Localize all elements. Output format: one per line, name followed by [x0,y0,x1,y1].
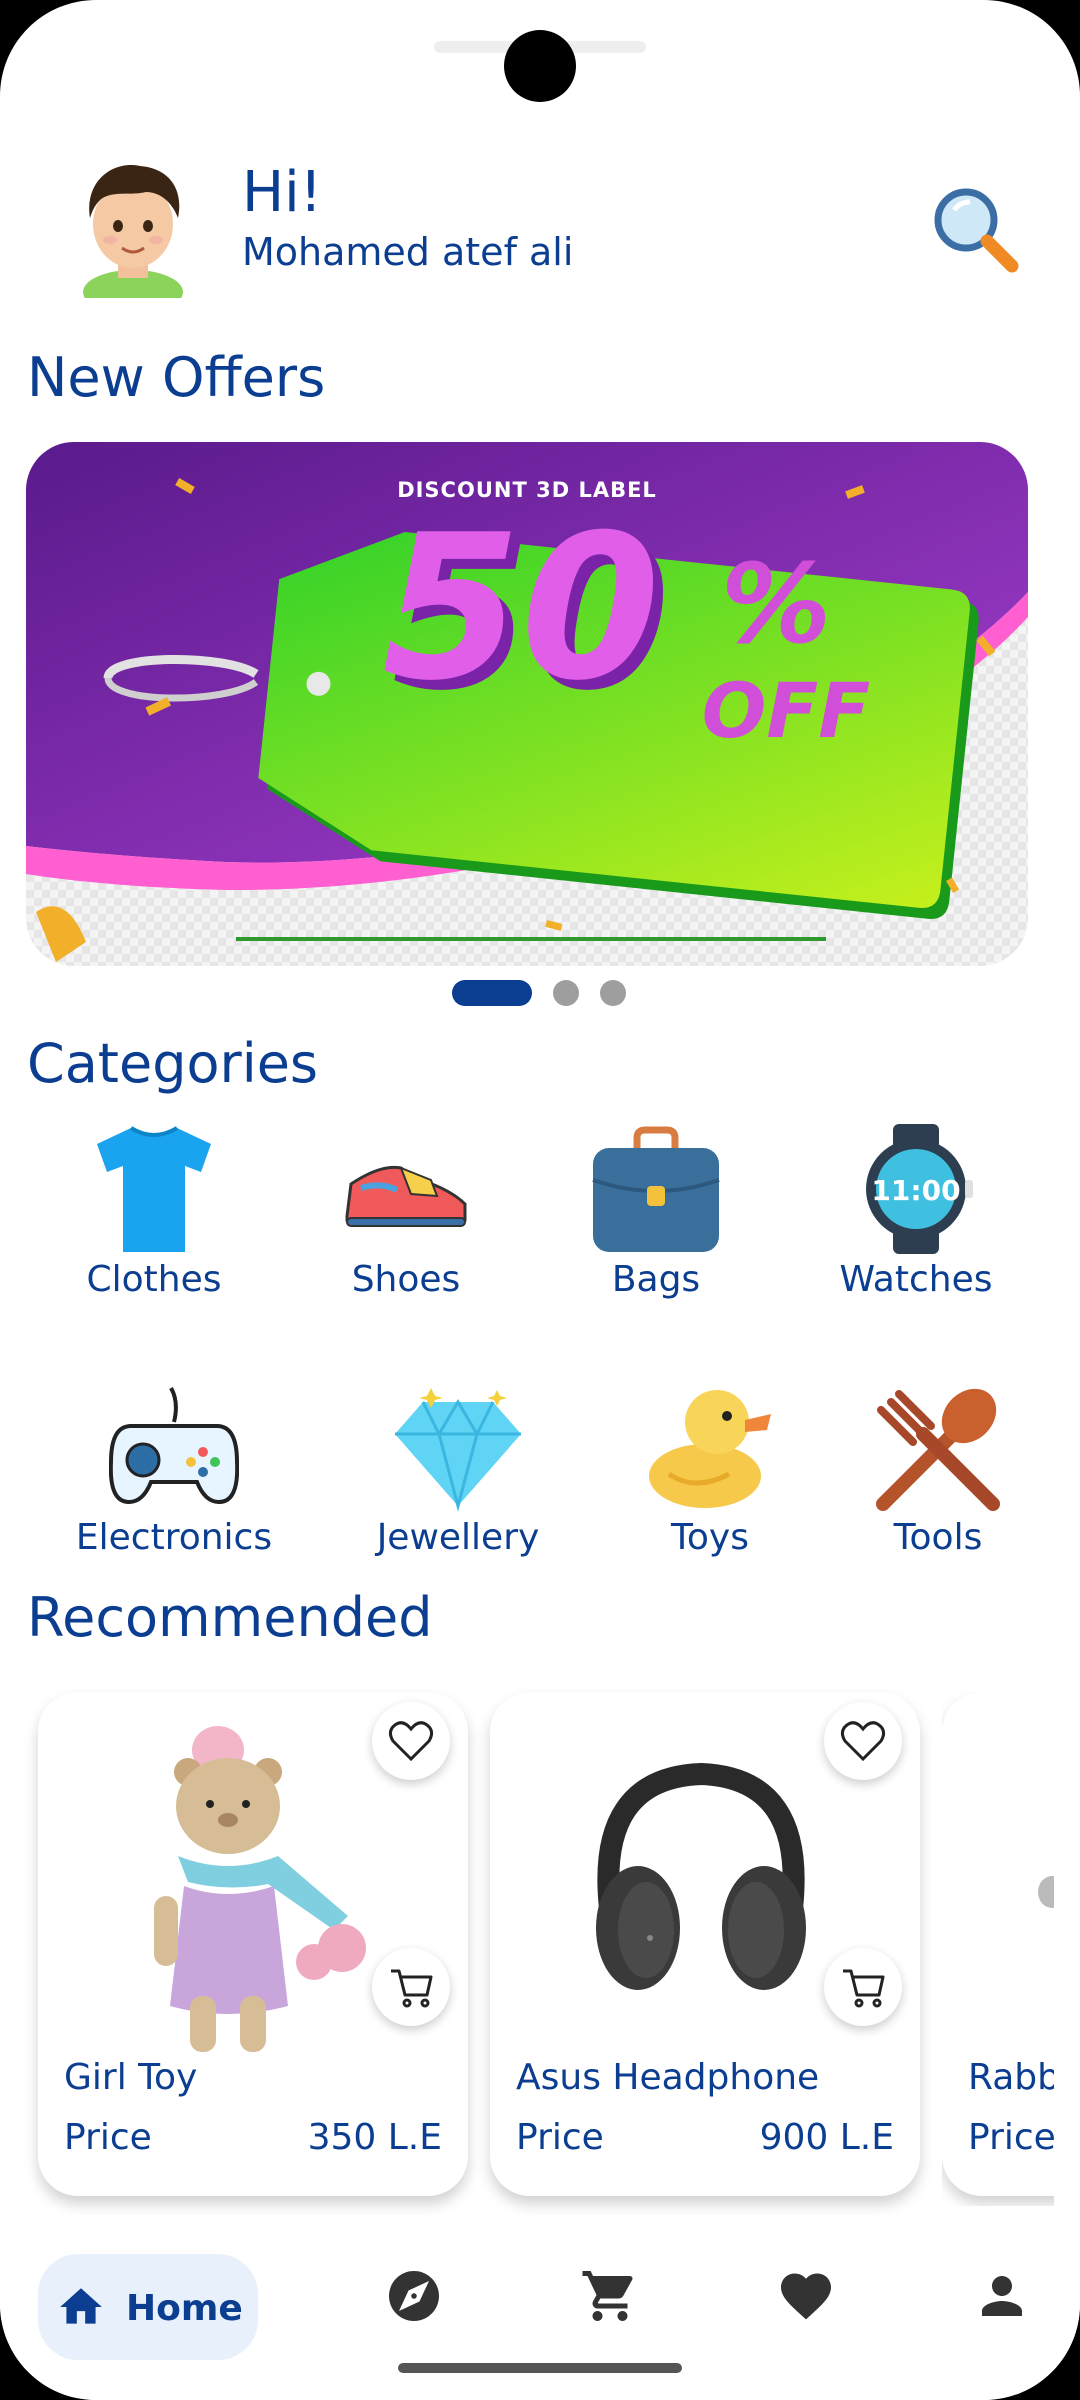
nav-home-label: Home [126,2288,243,2329]
product-image-partial [1038,1876,1054,1908]
offer-banner[interactable]: 50 50 % OFF DISCOUNT 3D LABEL [26,442,1028,966]
category-clothes[interactable]: Clothes [34,1124,274,1302]
product-image-girl-toy [154,1726,366,2052]
bottom-navigation: Home [0,2222,1080,2400]
price-value: 350 L.E [307,2117,442,2158]
smartwatch-icon: 11:00 [866,1124,973,1254]
category-label: Toys [671,1517,749,1558]
cart-outline-icon [843,1969,885,2008]
banner-artwork: 50 50 % OFF [26,442,1028,966]
category-jewellery[interactable]: Jewellery [338,1382,578,1560]
product-card[interactable]: Asus Headphone Price 900 L.E [490,1692,920,2196]
category-label: Tools [893,1517,983,1558]
search-icon[interactable] [926,180,1026,280]
product-card[interactable]: Rabb Price [942,1692,1054,2196]
carousel-dot[interactable] [600,980,626,1006]
product-card-clip: Rabb Price [942,1692,1054,2206]
price-value: 900 L.E [759,2117,894,2158]
home-icon [60,2288,102,2324]
category-tools[interactable]: Tools [818,1382,1058,1560]
price-label: Price [968,2117,1054,2158]
category-label: Jewellery [376,1517,540,1558]
greeting-text: Hi! [242,160,323,225]
camera-cutout [504,30,576,102]
category-bags[interactable]: Bags [536,1124,776,1302]
new-offers-title: New Offers [27,346,326,409]
recommended-title: Recommended [27,1586,433,1649]
carousel-dot-active[interactable] [452,980,532,1006]
category-shoes[interactable]: Shoes [286,1124,526,1302]
product-card[interactable]: Girl Toy Price 350 L.E [38,1692,468,2196]
banner-percent: % [721,540,831,668]
product-name: Asus Headphone [516,2057,820,2098]
categories-title: Categories [27,1032,319,1095]
category-label: Clothes [86,1259,222,1300]
price-label: Price [516,2117,604,2158]
briefcase-icon [592,1126,720,1252]
sneaker-icon [345,1165,467,1227]
product-name: Rabb [968,2057,1054,2098]
cart-icon[interactable] [580,2266,640,2326]
avatar[interactable] [60,152,206,298]
banner-caption: DISCOUNT 3D LABEL [397,478,657,502]
heart-outline-icon [388,1721,434,1762]
banner-off: OFF [702,666,870,755]
category-label: Shoes [351,1259,461,1300]
rubber-duck-icon [649,1390,771,1508]
favorite-button[interactable] [372,1702,450,1780]
category-label: Bags [611,1259,701,1300]
cart-outline-icon [391,1969,433,2008]
diamond-icon [395,1388,521,1512]
category-electronics[interactable]: Electronics [54,1382,294,1560]
gamepad-icon [109,1387,239,1505]
user-name: Mohamed atef ali [242,230,574,274]
gesture-bar [398,2363,682,2373]
tshirt-icon [97,1126,211,1252]
product-name: Girl Toy [64,2057,198,2098]
favorite-button[interactable] [824,1702,902,1780]
heart-outline-icon [840,1721,886,1762]
app-screen: Hi! Mohamed atef ali New Offers 50 50 % … [0,0,1080,2400]
compass-icon[interactable] [384,2266,444,2326]
carousel-dot[interactable] [553,980,579,1006]
category-label: Electronics [75,1517,273,1558]
category-watches[interactable]: 11:00 Watches [796,1124,1036,1302]
category-label: Watches [839,1259,993,1300]
add-to-cart-button[interactable] [824,1948,902,2026]
add-to-cart-button[interactable] [372,1948,450,2026]
banner-fifty: 50 [382,492,660,725]
person-icon[interactable] [972,2266,1032,2326]
svg-text:11:00: 11:00 [871,1174,960,1207]
product-image-headphone [596,1762,806,1990]
heart-icon[interactable] [776,2266,836,2326]
price-label: Price [64,2117,152,2158]
fork-spoon-icon [876,1388,1000,1511]
category-toys[interactable]: Toys [590,1382,830,1560]
